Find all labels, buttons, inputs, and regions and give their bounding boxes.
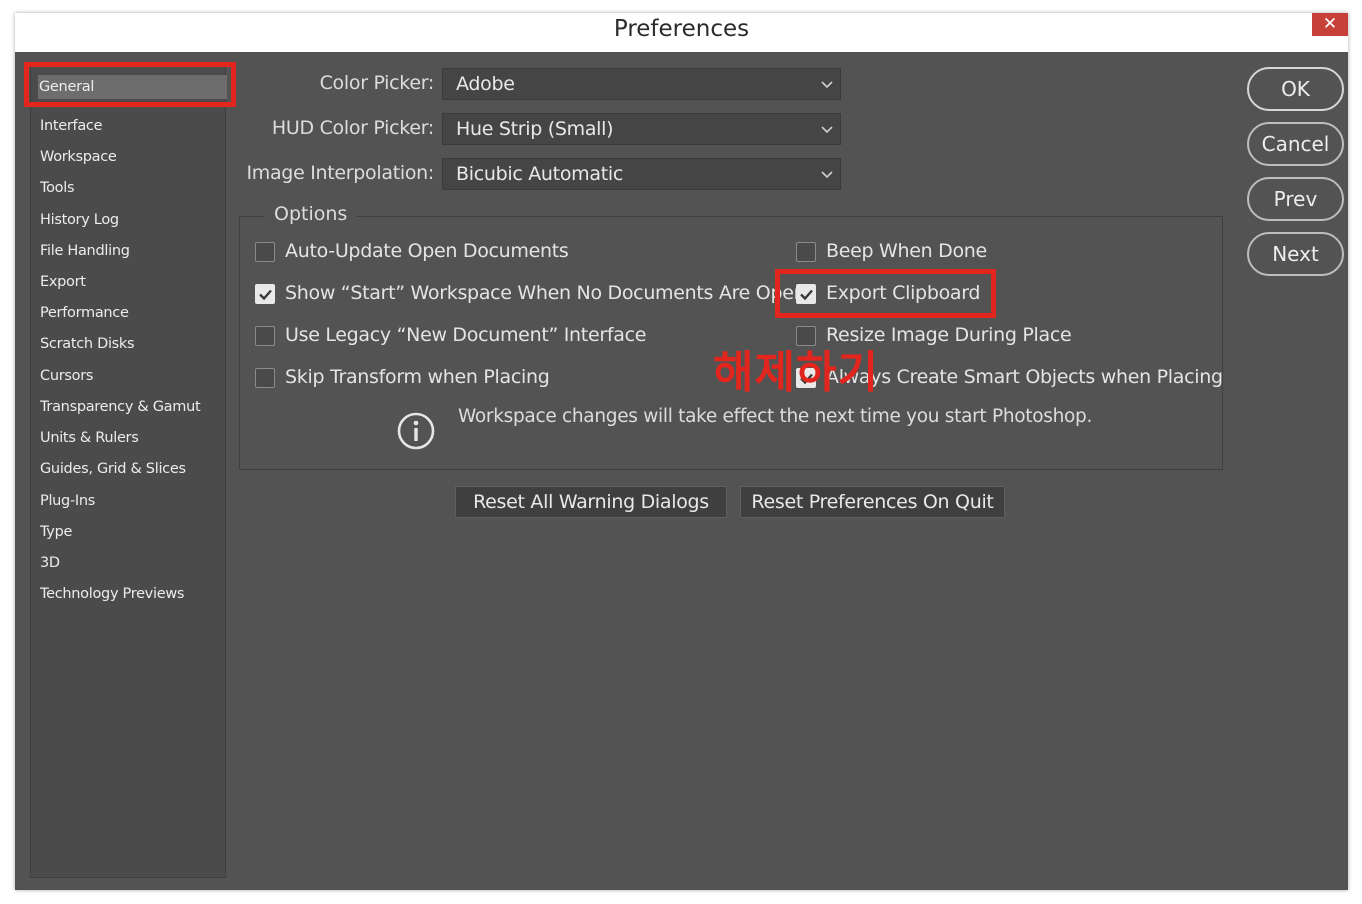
sidebar-item-performance[interactable]: Performance [39,301,225,325]
window-title: Preferences [613,16,750,42]
color-picker-value: Adobe [456,73,515,95]
reset-preferences-button[interactable]: Reset Preferences On Quit [740,486,1005,518]
title-bar: Preferences ✕ [15,13,1348,52]
show-start-label: Show “Start” Workspace When No Documents… [285,282,806,304]
chevron-down-icon [821,171,833,179]
sidebar-item-3d[interactable]: 3D [39,551,225,575]
sidebar-item-tools[interactable]: Tools [39,176,225,200]
color-picker-select[interactable]: Adobe [442,68,841,100]
beep-when-done-label: Beep When Done [826,240,987,262]
sidebar-item-plug-ins[interactable]: Plug-Ins [39,489,225,513]
skip-transform-label: Skip Transform when Placing [285,366,550,388]
sidebar-item-workspace[interactable]: Workspace [39,145,225,169]
next-button[interactable]: Next [1247,232,1344,276]
sidebar-item-export[interactable]: Export [39,270,225,294]
beep-when-done-checkbox[interactable] [796,242,816,262]
category-sidebar: General Interface Workspace Tools Histor… [30,62,227,878]
sidebar-item-history-log[interactable]: History Log [39,208,225,232]
options-legend: Options [265,203,357,225]
hud-color-picker-value: Hue Strip (Small) [456,118,614,140]
prev-button[interactable]: Prev [1247,177,1344,221]
info-icon [397,412,435,450]
legacy-new-document-checkbox[interactable] [255,326,275,346]
sidebar-item-file-handling[interactable]: File Handling [39,239,225,263]
sidebar-item-guides-grid-slices[interactable]: Guides, Grid & Slices [39,457,225,481]
sidebar-item-transparency-gamut[interactable]: Transparency & Gamut [39,395,225,419]
sidebar-item-scratch-disks[interactable]: Scratch Disks [39,332,225,356]
info-message: Workspace changes will take effect the n… [458,406,1093,427]
color-picker-label: Color Picker: [319,72,435,94]
sidebar-item-type[interactable]: Type [39,520,225,544]
cancel-button[interactable]: Cancel [1247,122,1344,166]
sidebar-item-cursors[interactable]: Cursors [39,364,225,388]
annotation-uncheck-text: 해제하기 [713,347,879,398]
close-button[interactable]: ✕ [1312,13,1348,36]
sidebar-item-units-rulers[interactable]: Units & Rulers [39,426,225,450]
check-icon [259,289,272,301]
reset-warning-dialogs-button[interactable]: Reset All Warning Dialogs [455,486,727,518]
preferences-dialog: Preferences ✕ General Interface Workspac… [15,13,1348,890]
export-clipboard-label: Export Clipboard [826,282,981,304]
chevron-down-icon [821,81,833,89]
show-start-checkbox[interactable] [255,284,275,304]
auto-update-label: Auto-Update Open Documents [285,240,569,262]
ok-button[interactable]: OK [1247,67,1344,111]
sidebar-item-interface[interactable]: Interface [39,114,225,138]
sidebar-item-general[interactable]: General [38,75,227,99]
skip-transform-checkbox[interactable] [255,368,275,388]
smart-objects-label: Always Create Smart Objects when Placing [826,366,1223,388]
check-icon [800,289,813,301]
image-interpolation-label: Image Interpolation: [246,162,434,184]
hud-color-picker-select[interactable]: Hue Strip (Small) [442,113,841,145]
image-interpolation-select[interactable]: Bicubic Automatic [442,158,841,190]
sidebar-item-technology-previews[interactable]: Technology Previews [39,582,225,606]
auto-update-checkbox[interactable] [255,242,275,262]
image-interpolation-value: Bicubic Automatic [456,163,623,185]
hud-color-picker-label: HUD Color Picker: [271,117,434,139]
legacy-new-document-label: Use Legacy “New Document” Interface [285,324,647,346]
chevron-down-icon [821,126,833,134]
export-clipboard-checkbox[interactable] [796,284,816,304]
